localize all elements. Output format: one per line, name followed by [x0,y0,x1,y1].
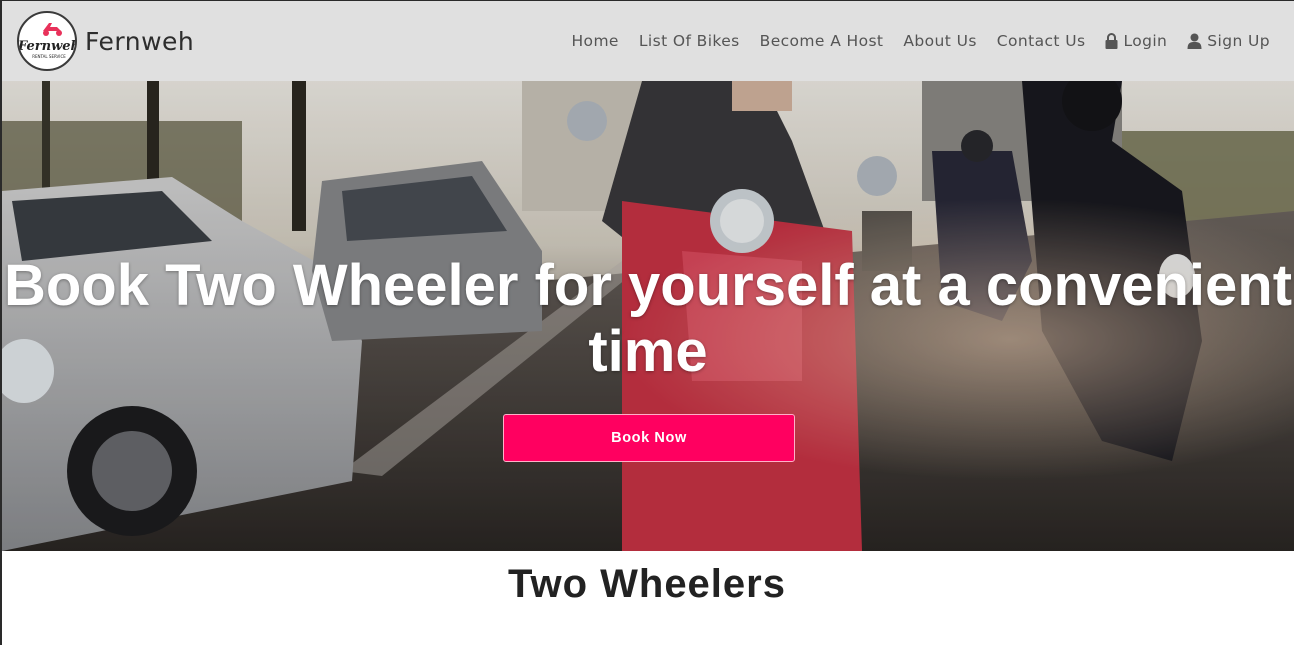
window-top-border [0,0,1294,1]
hero-title: Book Two Wheeler for yourself at a conve… [3,253,1293,384]
nav-become-a-host-label: Become A Host [759,32,884,50]
brand-name[interactable]: Fernweh [85,27,194,56]
nav-contact-us-label: Contact Us [996,32,1086,50]
navbar: Fernweh RENTAL SERVICE Fernweh Home List… [2,1,1294,81]
nav-login[interactable]: Login [1105,32,1167,50]
nav-about-us-label: About Us [903,32,977,50]
lock-icon [1105,33,1118,49]
brand-link[interactable]: Fernweh RENTAL SERVICE Fernweh [17,11,194,71]
nav-sign-up-label: Sign Up [1207,32,1270,50]
scooter-logo-icon [43,23,62,36]
nav-list-of-bikes[interactable]: List Of Bikes [639,32,740,50]
nav-login-label: Login [1123,32,1168,50]
brand-logo: Fernweh RENTAL SERVICE [17,11,77,71]
hero-banner: Book Two Wheeler for yourself at a conve… [2,81,1294,551]
nav-about-us[interactable]: About Us [903,32,976,50]
user-icon [1187,33,1202,49]
nav-contact-us[interactable]: Contact Us [997,32,1086,50]
nav-become-a-host[interactable]: Become A Host [760,32,884,50]
nav-menu: Home List Of Bikes Become A Host About U… [552,1,1271,81]
nav-home[interactable]: Home [572,32,619,50]
nav-list-of-bikes-label: List Of Bikes [638,32,740,50]
nav-sign-up[interactable]: Sign Up [1187,32,1270,50]
book-now-button[interactable]: Book Now [503,414,795,462]
nav-home-label: Home [571,32,619,50]
logo-wordmark: Fernweh [19,39,77,54]
window-left-border [0,0,2,645]
logo-subtext: RENTAL SERVICE [32,54,66,59]
section-title-two-wheelers: Two Wheelers [508,562,786,606]
